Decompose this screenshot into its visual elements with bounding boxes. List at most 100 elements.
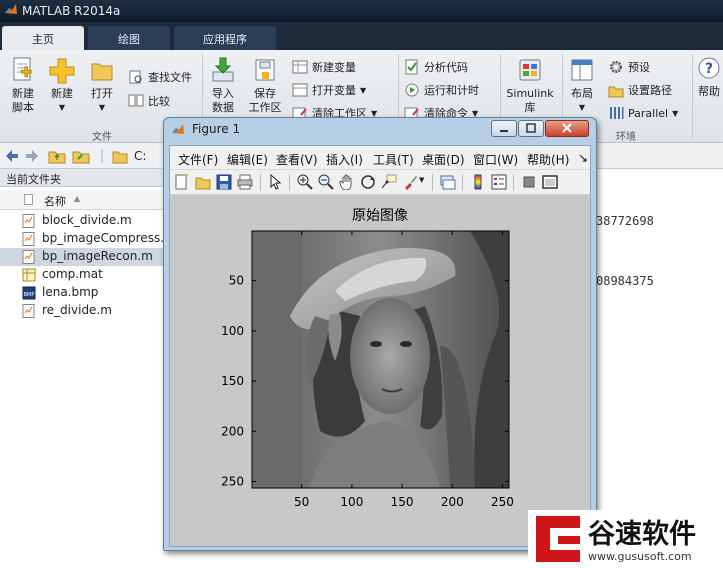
- gear-icon: [610, 61, 622, 73]
- hide-plot-tools-icon[interactable]: [521, 174, 537, 190]
- figure-title-bar[interactable]: Figure 1: [164, 118, 596, 142]
- file-name: lena.bmp: [42, 285, 99, 299]
- figure-window[interactable]: Figure 1 文件(F) 编辑(E) 查看(V) 插入(I) 工具(T) 桌…: [163, 117, 597, 551]
- column-name-header[interactable]: 名称: [44, 193, 66, 209]
- figure-client-area: 文件(F) 编辑(E) 查看(V) 插入(I) 工具(T) 桌面(D) 窗口(W…: [169, 145, 591, 547]
- brush-icon[interactable]: [402, 174, 418, 190]
- pointer-icon[interactable]: [267, 174, 283, 190]
- list-item[interactable]: BMP lena.bmp: [0, 284, 170, 302]
- print-icon[interactable]: [237, 174, 253, 190]
- lena-grayscale-image: [252, 231, 509, 488]
- x-tick-label: 100: [340, 495, 363, 509]
- layout-button[interactable]: 布局 ▼: [566, 56, 598, 115]
- menu-window[interactable]: 窗口(W): [473, 151, 518, 168]
- set-path-icon: [608, 86, 624, 98]
- import-data-button[interactable]: 导入 数据: [206, 56, 240, 115]
- help-button[interactable]: ? 帮助: [696, 56, 722, 99]
- x-tick-label: 200: [441, 495, 464, 509]
- import-data-icon: [212, 57, 234, 82]
- preferences-button[interactable]: 预设: [608, 58, 650, 76]
- up-folder-icon[interactable]: [48, 148, 66, 164]
- minimize-icon: [500, 130, 508, 132]
- tab-plots[interactable]: 绘图: [88, 26, 170, 50]
- command-window[interactable]: [596, 169, 723, 568]
- save-workspace-button[interactable]: 保存 工作区: [246, 56, 284, 115]
- x-tick-label: 50: [294, 495, 309, 509]
- open-dropdown-arrow-icon[interactable]: ▼: [86, 101, 118, 115]
- analyze-code-button[interactable]: 分析代码: [404, 58, 468, 76]
- run-and-time-button[interactable]: 运行和计时: [404, 81, 479, 99]
- maximize-button[interactable]: [518, 120, 544, 137]
- menu-insert[interactable]: 插入(I): [326, 151, 363, 168]
- new-figure-icon[interactable]: [174, 174, 190, 190]
- link-plot-icon[interactable]: [440, 174, 456, 190]
- layout-dropdown-icon[interactable]: ▼: [566, 101, 598, 115]
- list-item[interactable]: comp.mat: [0, 266, 170, 284]
- section-file-label: 文件: [92, 132, 112, 143]
- open-button[interactable]: 打开 ▼: [86, 56, 118, 115]
- open-variable-button[interactable]: 打开变量 ▼: [292, 81, 366, 99]
- command-output-line: 08984375: [596, 274, 654, 288]
- menu-tools[interactable]: 工具(T): [373, 151, 414, 168]
- simulink-library-button[interactable]: Simulink 库: [505, 56, 555, 115]
- menu-help[interactable]: 帮助(H): [527, 151, 569, 168]
- brush-dropdown-icon[interactable]: ▼: [419, 176, 424, 184]
- find-files-button[interactable]: 查找文件: [128, 68, 192, 86]
- new-variable-label: 新建变量: [312, 61, 356, 74]
- plot-area[interactable]: 原始图像 50 100 150 200 250 50 100 150 200 2…: [170, 196, 590, 546]
- address-path[interactable]: C:: [134, 149, 146, 163]
- new-button[interactable]: 新建 ▼: [46, 56, 78, 115]
- browse-folder-icon[interactable]: [72, 148, 90, 164]
- new-script-button[interactable]: 新建 脚本: [6, 56, 40, 115]
- zoom-in-icon[interactable]: [297, 174, 313, 190]
- preferences-label: 预设: [628, 61, 650, 74]
- new-dropdown-arrow-icon[interactable]: ▼: [46, 101, 78, 115]
- tab-apps[interactable]: 应用程序: [174, 26, 276, 50]
- menu-desktop[interactable]: 桌面(D): [422, 151, 465, 168]
- back-arrow-icon[interactable]: [4, 148, 20, 164]
- set-path-button[interactable]: 设置路径: [608, 81, 672, 99]
- parallel-button[interactable]: Parallel ▼: [608, 104, 678, 122]
- parallel-icon: [610, 107, 624, 119]
- y-tick-label: 200: [221, 424, 244, 438]
- open-variable-icon: [292, 83, 308, 97]
- minimize-button[interactable]: [491, 120, 517, 137]
- y-tick-label: 100: [221, 324, 244, 338]
- menu-file[interactable]: 文件(F): [178, 151, 218, 168]
- colorbar-icon[interactable]: [470, 174, 486, 190]
- forward-arrow-icon[interactable]: [24, 148, 40, 164]
- legend-icon[interactable]: [491, 174, 507, 190]
- new-variable-button[interactable]: 新建变量: [292, 58, 356, 76]
- list-item[interactable]: block_divide.m: [0, 212, 170, 230]
- run-and-time-label: 运行和计时: [424, 84, 479, 97]
- data-cursor-icon[interactable]: [381, 174, 397, 190]
- image-plot[interactable]: 原始图像 50 100 150 200 250 50100150200250: [170, 196, 590, 546]
- file-list: block_divide.m bp_imageCompress.m bp_ima…: [0, 212, 176, 320]
- x-tick-label: 250: [491, 495, 514, 509]
- list-item-selected[interactable]: bp_imageRecon.m: [0, 248, 170, 266]
- new-script-icon: [13, 57, 32, 81]
- menu-more-icon[interactable]: ↘: [578, 151, 588, 165]
- rotate-3d-icon[interactable]: [360, 174, 376, 190]
- new-label: 新建: [51, 87, 73, 100]
- matlab-logo-icon: [5, 4, 17, 14]
- parallel-dropdown-icon[interactable]: ▼: [672, 109, 678, 118]
- pan-hand-icon[interactable]: [339, 174, 355, 190]
- close-button[interactable]: [545, 120, 589, 137]
- tab-home[interactable]: 主页: [2, 26, 84, 50]
- file-list-header[interactable]: 名称 ▲: [0, 190, 170, 210]
- menu-view[interactable]: 查看(V): [276, 151, 318, 168]
- open-file-icon[interactable]: [195, 174, 211, 190]
- show-plot-tools-icon[interactable]: [542, 174, 558, 190]
- maximize-icon: [526, 123, 536, 133]
- zoom-out-icon[interactable]: [318, 174, 334, 190]
- matlab-logo-icon: [172, 124, 184, 134]
- open-variable-dropdown-icon[interactable]: ▼: [360, 86, 366, 95]
- menu-edit[interactable]: 编辑(E): [227, 151, 268, 168]
- save-icon[interactable]: [216, 174, 232, 190]
- toolbar-separator: [432, 174, 433, 191]
- list-item[interactable]: bp_imageCompress.m: [0, 230, 176, 248]
- sort-ascending-icon: ▲: [74, 194, 81, 203]
- compare-button[interactable]: 比较: [128, 92, 170, 110]
- list-item[interactable]: re_divide.m: [0, 302, 170, 320]
